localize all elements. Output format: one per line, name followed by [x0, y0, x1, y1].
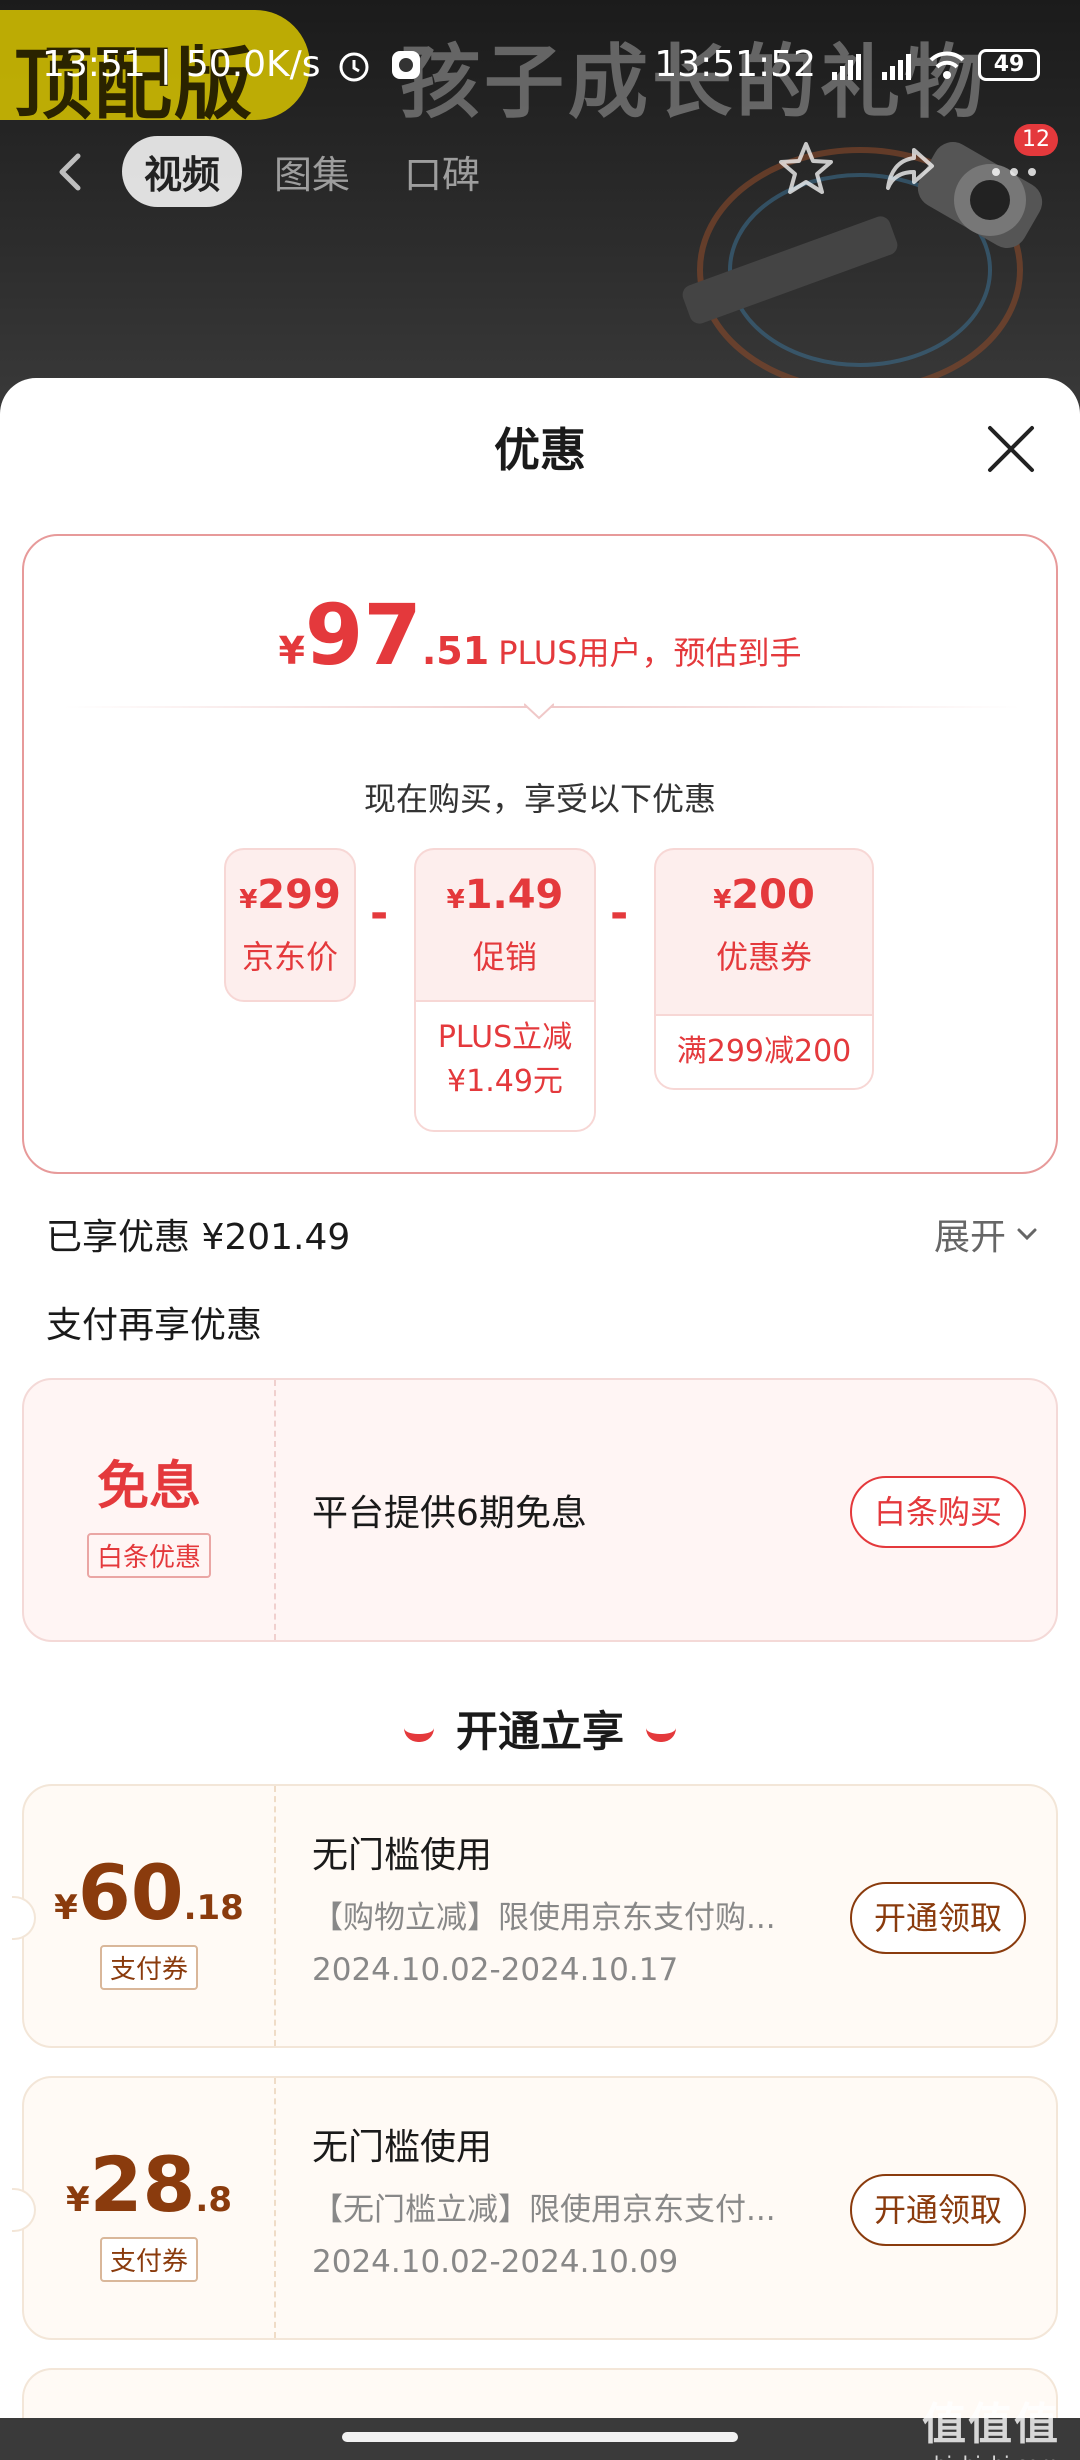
minus-sign: -	[370, 888, 389, 939]
calc-promo-label: 促销	[472, 938, 537, 976]
baitiao-tag: 白条优惠	[86, 1533, 211, 1578]
nav-actions: 12	[774, 124, 1058, 200]
coupon-decimal: .18	[183, 1888, 244, 1928]
status-separator: |	[159, 44, 172, 85]
media-tabs: 视频 图集 口碑	[122, 136, 502, 207]
calc-coupon-label: 优惠券	[715, 938, 812, 976]
coupon-amount-area: ¥60.18 支付券	[24, 1786, 276, 2046]
open-title-text: 开通立享	[455, 1707, 624, 1756]
interest-free-label: 免息	[96, 1457, 201, 1517]
favorite-star-icon[interactable]	[774, 136, 838, 200]
coupon-date: 2024.10.02-2024.10.17	[312, 1952, 679, 1988]
calc-promotion: ¥1.49 促销 PLUS立减 ¥1.49元	[414, 848, 596, 1132]
calc-promo-sub: PLUS立减 ¥1.49元	[416, 1000, 594, 1130]
expand-button[interactable]: 展开	[934, 1208, 1040, 1260]
signal-hd-2-icon	[882, 53, 911, 80]
price-breakdown-card: ¥97.51 PLUS用户，预估到手 现在购买，享受以下优惠 ¥299 京东价 …	[22, 534, 1058, 1174]
coupon-title: 无门槛使用	[312, 2127, 493, 2168]
calc-promo-currency: ¥	[446, 885, 465, 915]
claim-coupon-button[interactable]: 开通领取	[850, 2174, 1026, 2246]
estimate-decimal: .51	[421, 629, 490, 673]
coupon-decimal: .8	[195, 2180, 232, 2220]
estimate-currency: ¥	[278, 629, 305, 673]
divider-caret-icon	[524, 703, 554, 720]
coupon-desc: 【无门槛立减】限使用京东支付...	[312, 2192, 776, 2228]
top-nav: 视频 图集 口碑 12	[0, 124, 1080, 210]
watermark-url: zhizhizhi.com	[922, 2452, 1060, 2460]
estimated-price: ¥97.51 PLUS用户，预估到手	[24, 586, 1056, 684]
calc-promo-amount: 1.49	[464, 872, 564, 918]
open-benefits-title: 开通立享	[0, 1698, 1080, 1759]
coupon-integer: 28	[89, 2140, 196, 2229]
notification-badge: 12	[1014, 124, 1058, 156]
expand-label: 展开	[933, 1217, 1006, 1258]
coupon-type-tag: 支付券	[99, 2237, 198, 2282]
status-clock: 13:51:52	[654, 44, 816, 85]
tab-video[interactable]: 视频	[122, 136, 243, 207]
chevron-down-icon	[1017, 1228, 1037, 1241]
calc-coupon-sub: 满299减200	[656, 1014, 872, 1088]
status-time: 13:51	[42, 44, 146, 85]
coupon-amount-area: ¥28.8 支付券	[24, 2078, 276, 2338]
coupon-currency: ¥	[65, 2180, 90, 2220]
watermark-logo: 值值值	[922, 2399, 1060, 2450]
status-bar: 13:51 | 50.0K/s 13:51:52 49	[0, 40, 1080, 96]
more-menu-button[interactable]: 12	[982, 124, 1058, 200]
calc-coupon-amount: 200	[731, 872, 815, 918]
tab-reviews[interactable]: 口碑	[382, 136, 502, 207]
signal-hd-icon	[832, 53, 861, 80]
battery-icon: 49	[978, 48, 1040, 81]
tab-gallery[interactable]: 图集	[252, 136, 372, 207]
decor-arc-right	[646, 1728, 676, 1742]
payment-section-title: 支付再享优惠	[46, 1305, 263, 1346]
app-notification-icon	[391, 50, 420, 79]
home-indicator[interactable]	[342, 2432, 738, 2442]
coupon-date: 2024.10.02-2024.10.09	[312, 2244, 679, 2280]
claim-coupon-button[interactable]: 开通领取	[850, 1882, 1026, 1954]
estimate-integer: 97	[304, 586, 422, 684]
calc-coupon: ¥200 优惠券 满299减200	[654, 848, 874, 1090]
back-arrow-icon[interactable]	[42, 142, 102, 202]
sheet-title: 优惠	[494, 423, 586, 477]
alarm-icon	[339, 52, 369, 81]
minus-sign-2: -	[610, 888, 629, 939]
decor-arc-left	[403, 1728, 434, 1742]
coupon-title: 无门槛使用	[312, 1835, 493, 1876]
network-speed: 50.0K/s	[185, 44, 321, 85]
calc-jd-currency: ¥	[239, 885, 258, 915]
coupon-card: ¥60.18 支付券 无门槛使用 【购物立减】限使用京东支付购... 2024.…	[12, 1784, 1058, 2048]
baitiao-buy-button[interactable]: 白条购买	[850, 1476, 1026, 1548]
watermark: 值值值 zhizhizhi.com	[922, 2388, 1060, 2460]
calc-jd-amount: 299	[257, 872, 341, 918]
interest-free-desc: 平台提供6期免息	[312, 1493, 587, 1534]
calc-coupon-currency: ¥	[713, 885, 732, 915]
enjoyed-discount: 已享优惠 ¥201.49	[46, 1217, 351, 1258]
buy-now-caption: 现在购买，享受以下优惠	[363, 780, 716, 818]
interest-free-card: 免息 白条优惠 平台提供6期免息 白条购买	[22, 1378, 1058, 1642]
coupon-type-tag: 支付券	[99, 1945, 198, 1990]
wifi-icon	[929, 51, 965, 79]
calc-jd-price: ¥299 京东价	[224, 848, 356, 1002]
coupon-integer: 60	[77, 1848, 184, 1937]
coupon-currency: ¥	[54, 1888, 78, 1928]
calc-jd-label: 京东价	[241, 938, 338, 976]
share-icon[interactable]	[878, 136, 942, 200]
coupon-desc: 【购物立减】限使用京东支付购...	[312, 1900, 776, 1936]
coupon-card: ¥28.8 支付券 无门槛使用 【无门槛立减】限使用京东支付... 2024.1…	[12, 2076, 1058, 2340]
close-icon[interactable]	[984, 422, 1038, 476]
estimate-label: PLUS用户，预估到手	[498, 634, 802, 672]
discount-sheet: 优惠 ¥97.51 PLUS用户，预估到手 现在购买，享受以下优惠 ¥299 京…	[0, 378, 1080, 2460]
interest-free-left: 免息 白条优惠	[24, 1380, 276, 1640]
